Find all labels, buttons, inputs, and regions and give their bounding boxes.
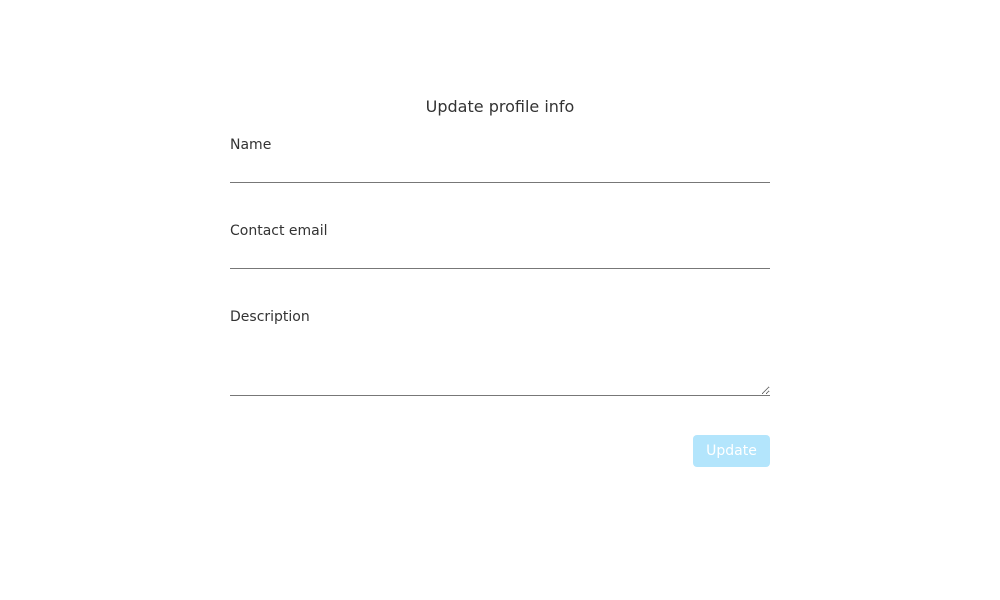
update-button[interactable]: Update	[693, 435, 770, 467]
form-title: Update profile info	[425, 97, 575, 116]
profile-form: Update profile info Name Contact email D…	[230, 96, 770, 467]
email-field-group: Contact email	[230, 222, 770, 269]
description-textarea[interactable]	[230, 335, 770, 396]
name-field-group: Name	[230, 136, 770, 183]
description-field-group: Description	[230, 308, 770, 396]
email-label: Contact email	[230, 223, 328, 239]
description-label: Description	[230, 309, 310, 325]
name-label: Name	[230, 137, 272, 153]
email-input[interactable]	[230, 243, 770, 269]
name-input[interactable]	[230, 157, 770, 183]
